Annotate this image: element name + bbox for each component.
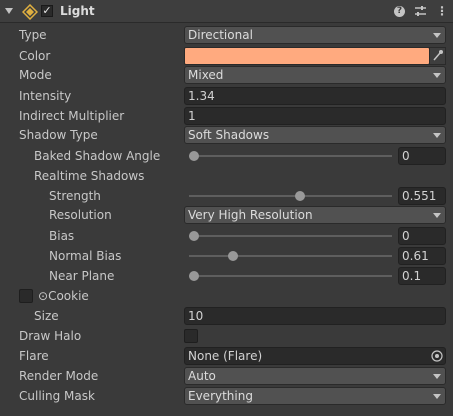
baked-shadow-angle-slider-track[interactable] <box>189 155 392 157</box>
cookie-label: ⊙Cookie <box>38 287 89 305</box>
strength-label: Strength <box>49 189 101 203</box>
eyedropper-icon <box>433 50 443 61</box>
baked-shadow-angle-label: Baked Shadow Angle <box>34 149 161 163</box>
near-plane-label: Near Plane <box>49 269 115 283</box>
color-label: Color <box>19 49 51 63</box>
culling-mask-label: Culling Mask <box>19 389 95 403</box>
object-picker-icon[interactable] <box>429 348 445 364</box>
normal-bias-slider-track[interactable] <box>189 255 392 257</box>
normal-bias-label: Normal Bias <box>49 249 122 263</box>
color-picker-button[interactable] <box>429 47 446 65</box>
size-field[interactable]: 10 <box>184 307 446 325</box>
normal-bias-field[interactable]: 0.61 <box>398 247 446 265</box>
mode-value: Mixed <box>188 68 224 82</box>
flare-value: None (Flare) <box>188 349 263 363</box>
render-mode-value: Auto <box>188 369 216 383</box>
type-dropdown[interactable]: Directional <box>184 26 446 44</box>
realtime-shadows-label: Realtime Shadows <box>34 169 145 183</box>
draw-halo-checkbox[interactable] <box>184 329 198 343</box>
strength-slider-track[interactable] <box>189 195 392 197</box>
bias-slider-thumb[interactable] <box>189 231 199 241</box>
render-mode-label: Render Mode <box>19 369 99 383</box>
flare-label: Flare <box>19 349 49 363</box>
strength-field[interactable]: 0.551 <box>398 187 446 205</box>
flare-field[interactable]: None (Flare) <box>184 347 446 365</box>
strength-slider-thumb[interactable] <box>295 191 306 201</box>
component-menu-icon[interactable]: ⋮ <box>436 4 448 18</box>
foldout-arrow-icon[interactable] <box>5 8 13 14</box>
intensity-label: Intensity <box>19 89 72 103</box>
baked-shadow-angle-field[interactable]: 0 <box>398 147 446 165</box>
shadow-type-label: Shadow Type <box>19 128 98 142</box>
type-value: Directional <box>188 28 253 42</box>
color-swatch[interactable] <box>184 47 430 65</box>
size-label: Size <box>34 309 59 323</box>
bias-slider-track[interactable] <box>189 235 392 237</box>
mode-label: Mode <box>19 68 52 82</box>
preset-sliders-icon[interactable] <box>414 5 427 17</box>
intensity-field[interactable]: 1.34 <box>184 87 446 105</box>
near-plane-slider-track[interactable] <box>189 275 392 277</box>
near-plane-field[interactable]: 0.1 <box>398 267 446 285</box>
dropdown-arrow-icon <box>433 33 441 38</box>
component-header: ✓ Light ? ⋮ <box>0 0 453 23</box>
shadow-type-value: Soft Shadows <box>188 128 270 142</box>
light-icon <box>22 4 38 20</box>
normal-bias-slider-thumb[interactable] <box>228 251 239 261</box>
indirect-multiplier-field[interactable]: 1 <box>184 107 446 125</box>
culling-mask-value: Everything <box>188 389 253 403</box>
type-label: Type <box>19 28 47 42</box>
dropdown-arrow-icon <box>433 374 441 379</box>
resolution-label: Resolution <box>49 208 112 222</box>
help-icon[interactable]: ? <box>394 6 405 17</box>
dropdown-arrow-icon <box>433 394 441 399</box>
mode-dropdown[interactable]: Mixed <box>184 66 446 84</box>
dropdown-arrow-icon <box>433 73 441 78</box>
resolution-dropdown[interactable]: Very High Resolution <box>184 206 446 224</box>
cookie-label-text: Cookie <box>48 289 89 303</box>
resolution-value: Very High Resolution <box>188 208 313 222</box>
cookie-checkbox[interactable] <box>19 289 33 303</box>
dropdown-arrow-icon <box>433 133 441 138</box>
baked-shadow-angle-slider-thumb[interactable] <box>189 151 199 161</box>
component-enabled-checkbox[interactable]: ✓ <box>41 5 53 17</box>
object-target-icon: ⊙ <box>38 289 49 303</box>
component-title: Light <box>60 4 95 18</box>
draw-halo-label: Draw Halo <box>19 329 82 343</box>
dropdown-arrow-icon <box>433 213 441 218</box>
render-mode-dropdown[interactable]: Auto <box>184 367 446 385</box>
bias-field[interactable]: 0 <box>398 227 446 245</box>
indirect-multiplier-label: Indirect Multiplier <box>19 109 125 123</box>
culling-mask-dropdown[interactable]: Everything <box>184 387 446 405</box>
near-plane-slider-thumb[interactable] <box>189 271 199 281</box>
bias-label: Bias <box>49 229 75 243</box>
shadow-type-dropdown[interactable]: Soft Shadows <box>184 126 446 144</box>
